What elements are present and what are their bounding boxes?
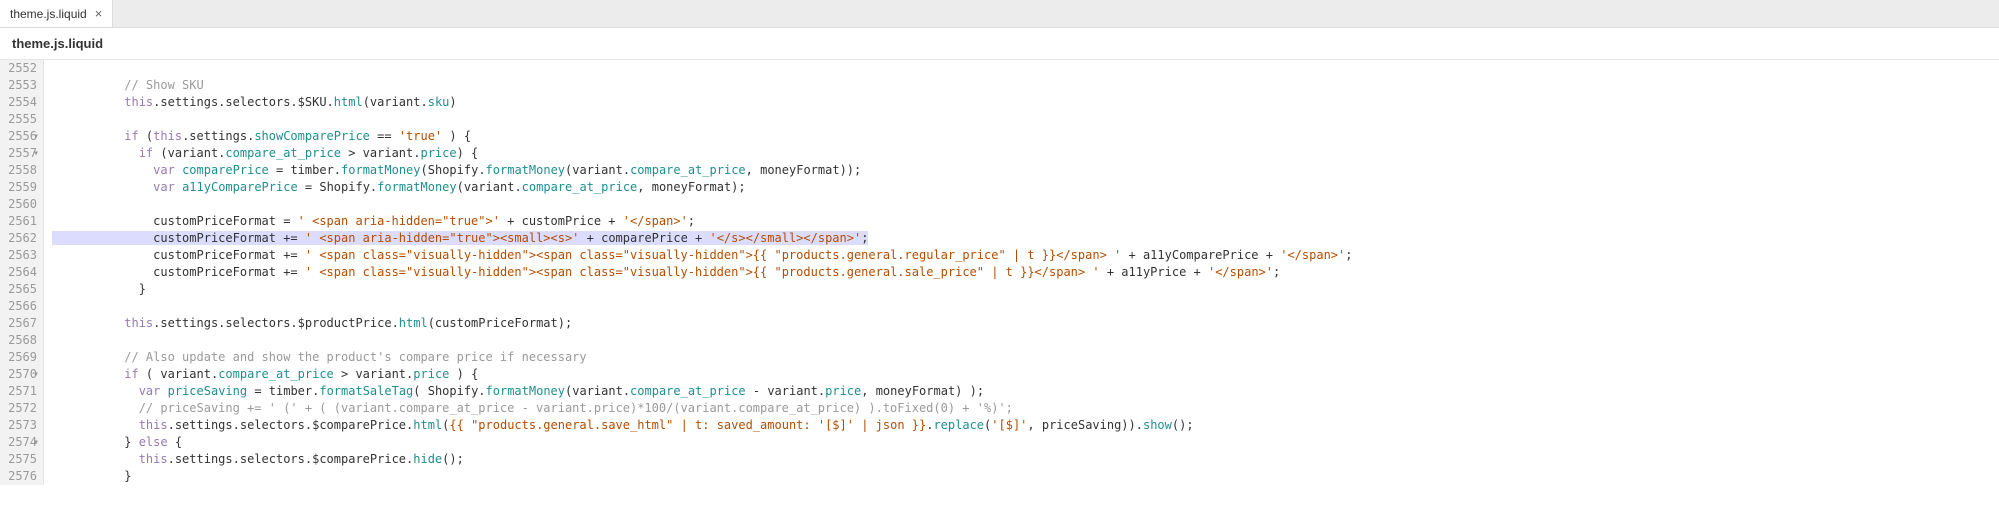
code-column[interactable]: // Show SKU this.settings.selectors.$SKU… — [44, 60, 1999, 485]
line-number: 2564 — [4, 264, 37, 281]
line-number: 2568 — [4, 332, 37, 349]
line-number: 2572 — [4, 400, 37, 417]
code-line: // priceSaving += ' (' + ( (variant.comp… — [44, 400, 1999, 417]
code-line — [44, 111, 1999, 128]
line-number: 2573 — [4, 417, 37, 434]
line-number: 2555 — [4, 111, 37, 128]
line-number: 2567 — [4, 315, 37, 332]
code-line: if (this.settings.showComparePrice == 't… — [44, 128, 1999, 145]
line-number: 2571 — [4, 383, 37, 400]
code-line — [44, 332, 1999, 349]
code-line — [44, 60, 1999, 77]
line-number: 2553 — [4, 77, 37, 94]
code-line: var priceSaving = timber.formatSaleTag( … — [44, 383, 1999, 400]
code-line: customPriceFormat += ' <span class="visu… — [44, 264, 1999, 281]
code-line — [44, 298, 1999, 315]
code-line: } else { — [44, 434, 1999, 451]
tab-bar: theme.js.liquid × — [0, 0, 1999, 28]
code-line: this.settings.selectors.$comparePrice.ht… — [44, 417, 1999, 434]
line-number: 2562 — [4, 230, 37, 247]
code-line: this.settings.selectors.$comparePrice.hi… — [44, 451, 1999, 468]
code-line: customPriceFormat += ' <span aria-hidden… — [44, 230, 1999, 247]
line-number: 2569 — [4, 349, 37, 366]
code-line: var a11yComparePrice = Shopify.formatMon… — [44, 179, 1999, 196]
line-number: 2560 — [4, 196, 37, 213]
line-number: 2574▾ — [4, 434, 37, 451]
line-number: 2576 — [4, 468, 37, 485]
fold-icon[interactable]: ▾ — [33, 434, 39, 451]
code-line: } — [44, 281, 1999, 298]
line-number: 2559 — [4, 179, 37, 196]
code-line — [44, 196, 1999, 213]
line-number-gutter: 25522553255425552556▾2557▾25582559256025… — [0, 60, 44, 485]
fold-icon[interactable]: ▾ — [33, 366, 39, 383]
line-number: 2554 — [4, 94, 37, 111]
code-line: if ( variant.compare_at_price > variant.… — [44, 366, 1999, 383]
code-line: this.settings.selectors.$SKU.html(varian… — [44, 94, 1999, 111]
line-number: 2575 — [4, 451, 37, 468]
code-line: } — [44, 468, 1999, 485]
tab-theme-js-liquid[interactable]: theme.js.liquid × — [0, 0, 113, 27]
tab-label: theme.js.liquid — [10, 7, 87, 21]
line-number: 2565 — [4, 281, 37, 298]
code-line: customPriceFormat += ' <span class="visu… — [44, 247, 1999, 264]
line-number: 2558 — [4, 162, 37, 179]
code-line: this.settings.selectors.$productPrice.ht… — [44, 315, 1999, 332]
file-title: theme.js.liquid — [0, 28, 1999, 60]
line-number: 2570▾ — [4, 366, 37, 383]
line-number: 2561 — [4, 213, 37, 230]
fold-icon[interactable]: ▾ — [33, 128, 39, 145]
line-number: 2557▾ — [4, 145, 37, 162]
code-line: var comparePrice = timber.formatMoney(Sh… — [44, 162, 1999, 179]
fold-icon[interactable]: ▾ — [33, 145, 39, 162]
line-number: 2552 — [4, 60, 37, 77]
close-icon[interactable]: × — [95, 6, 103, 21]
code-line: customPriceFormat = ' <span aria-hidden=… — [44, 213, 1999, 230]
line-number: 2563 — [4, 247, 37, 264]
code-editor[interactable]: 25522553255425552556▾2557▾25582559256025… — [0, 60, 1999, 485]
line-number: 2556▾ — [4, 128, 37, 145]
code-line: // Also update and show the product's co… — [44, 349, 1999, 366]
code-line: if (variant.compare_at_price > variant.p… — [44, 145, 1999, 162]
code-line: // Show SKU — [44, 77, 1999, 94]
line-number: 2566 — [4, 298, 37, 315]
